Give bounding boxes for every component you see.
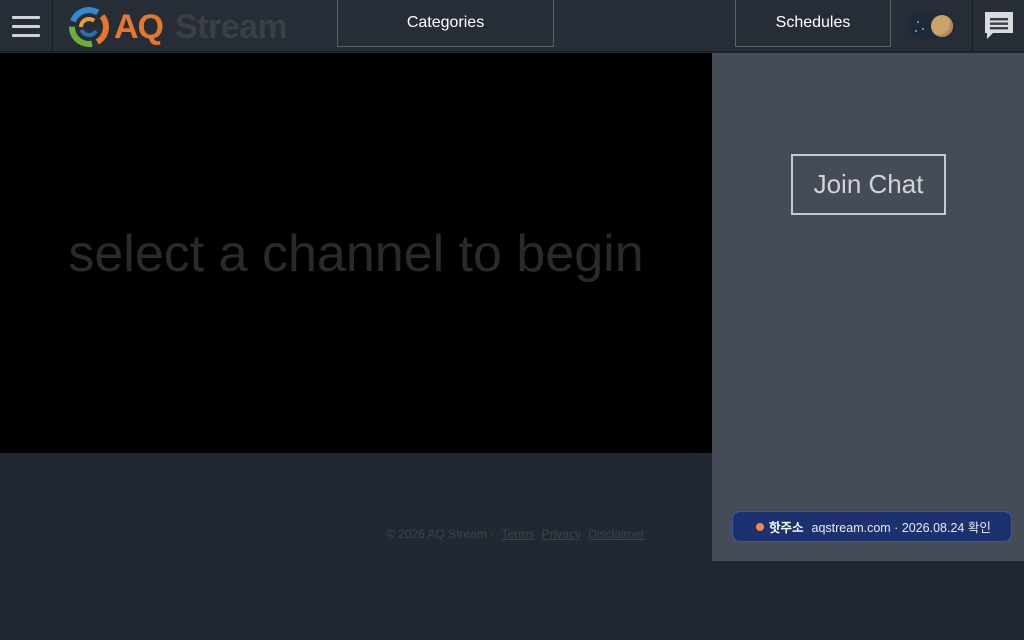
top-header: AQ Stream Categories Schedules: [0, 0, 1024, 52]
chat-panel: Join Chat: [712, 53, 1024, 561]
hamburger-icon: [12, 24, 40, 28]
menu-button[interactable]: [0, 0, 53, 52]
star-icon: [917, 21, 919, 23]
hamburger-icon: [12, 15, 40, 19]
site-footer: © 2026 AQ Stream · Terms Privacy Disclai…: [386, 527, 644, 541]
theme-toggle[interactable]: [907, 13, 955, 39]
footer-disclaimer-link[interactable]: Disclaimer: [588, 527, 644, 541]
player-placeholder-message: select a channel to begin: [68, 224, 644, 283]
swirl-logo-icon: [69, 7, 110, 47]
logo-text-secondary: Stream: [175, 7, 288, 46]
star-icon: [915, 30, 917, 32]
logo-text-primary: AQ: [114, 7, 164, 46]
chat-toggle-button[interactable]: [972, 0, 1024, 52]
schedules-button[interactable]: Schedules: [735, 0, 891, 47]
chat-bubble-icon: [984, 12, 1013, 39]
footer-privacy-link[interactable]: Privacy: [542, 527, 581, 541]
moon-icon: [931, 15, 953, 37]
footer-copyright: © 2026 AQ Stream ·: [386, 527, 495, 541]
notice-text: aqstream.com · 2026.08.24 확인: [811, 521, 991, 535]
site-logo[interactable]: AQ Stream: [68, 6, 288, 48]
footer-terms-link[interactable]: Terms: [502, 527, 535, 541]
video-player[interactable]: select a channel to begin: [0, 53, 712, 453]
hamburger-icon: [12, 33, 40, 37]
join-chat-button[interactable]: Join Chat: [791, 154, 946, 215]
status-dot-icon: [756, 523, 764, 531]
star-icon: [922, 28, 924, 30]
hot-address-notice[interactable]: 핫주소 aqstream.com · 2026.08.24 확인: [732, 511, 1012, 542]
categories-button[interactable]: Categories: [337, 0, 554, 47]
notice-label: 핫주소: [769, 521, 804, 535]
